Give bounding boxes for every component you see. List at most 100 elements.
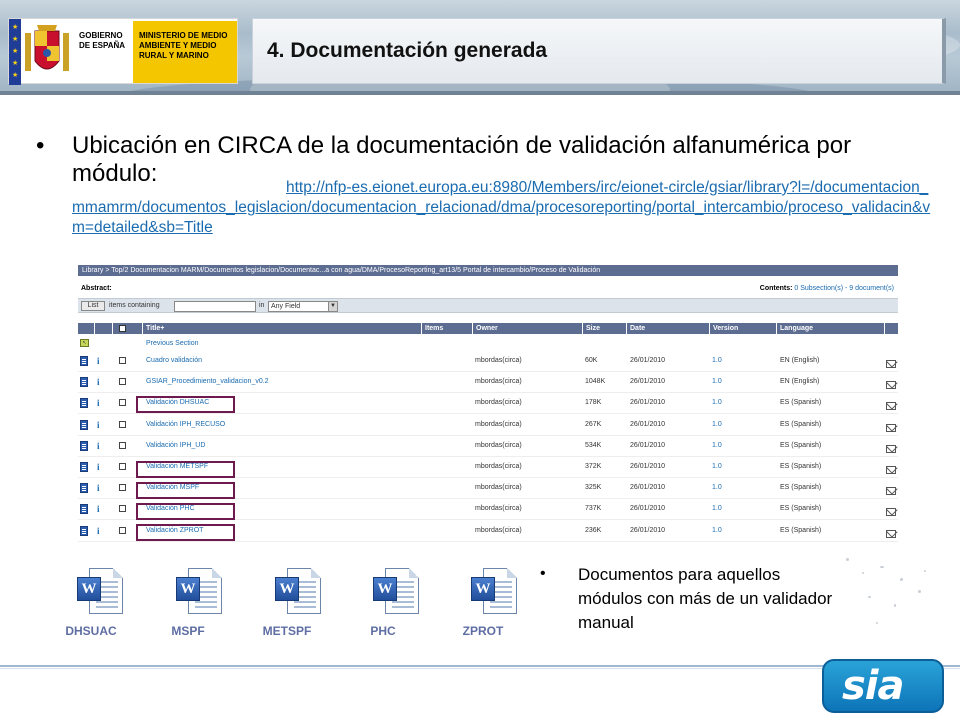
word-file-icon[interactable]	[80, 398, 88, 409]
version-link[interactable]: 1.0	[712, 527, 722, 534]
info-icon[interactable]: i	[97, 420, 100, 430]
size-cell: 372K	[585, 463, 602, 470]
email-icon[interactable]	[886, 466, 896, 474]
contents-value[interactable]: 0 Subsection(s) - 9 document(s)	[794, 285, 894, 292]
email-icon[interactable]	[886, 508, 896, 517]
date-cell: 26/01/2010	[630, 399, 666, 407]
email-icon[interactable]	[886, 381, 896, 390]
info-icon[interactable]: i	[97, 398, 100, 408]
column-divider	[884, 323, 885, 334]
row-checkbox[interactable]	[119, 463, 126, 470]
size-cell: 60K	[585, 357, 598, 364]
sia-logo-text: sia	[842, 663, 905, 709]
version-link[interactable]: 1.0	[712, 357, 722, 364]
document-title-link[interactable]: Cuadro validación	[146, 357, 202, 364]
page-fold	[311, 568, 321, 578]
row-checkbox[interactable]	[119, 526, 126, 534]
text-line	[490, 601, 512, 603]
noise-speck	[894, 604, 896, 607]
word-file-icon[interactable]	[80, 377, 88, 388]
email-icon[interactable]	[886, 423, 896, 432]
items-containing-input[interactable]	[174, 301, 256, 312]
circa-library-link[interactable]: http://nfp-es.eionet.europa.eu:8980/Memb…	[72, 178, 932, 238]
noise-speck	[880, 566, 884, 568]
slide-header: ★ ★ ★ ★ ★ GOBIERNO DE ESPAÑA MINISTERIO DE…	[0, 0, 960, 95]
eu-flag-strip: ★ ★ ★ ★ ★	[9, 19, 21, 85]
row-checkbox[interactable]	[119, 357, 126, 364]
select-all-checkbox[interactable]	[119, 325, 126, 332]
info-icon[interactable]: i	[97, 526, 100, 536]
breadcrumb[interactable]: Library > Top/2 Documentacion MARM/Docum…	[78, 265, 898, 276]
noise-speck	[868, 596, 871, 598]
column-title[interactable]: Title+	[146, 325, 164, 332]
word-document-icon[interactable]: W	[469, 568, 519, 618]
word-file-icon[interactable]	[80, 504, 88, 515]
email-icon[interactable]	[886, 402, 896, 411]
language-cell: ES (Spanish)	[780, 484, 822, 492]
language-cell: ES (Spanish)	[780, 441, 822, 449]
email-icon[interactable]	[886, 529, 896, 538]
previous-section-link[interactable]: Previous Section	[146, 340, 199, 347]
info-icon[interactable]: i	[97, 356, 100, 366]
info-icon[interactable]: i	[97, 504, 100, 514]
column-version[interactable]: Version	[713, 325, 738, 332]
size-cell: 325K	[585, 484, 602, 492]
word-file-icon[interactable]	[80, 525, 88, 536]
version-link[interactable]: 1.0	[712, 399, 722, 406]
word-file-icon[interactable]	[80, 483, 88, 494]
word-document-icon[interactable]: W	[273, 568, 323, 618]
size-cell: 236K	[585, 526, 602, 534]
column-divider	[626, 323, 627, 334]
info-icon[interactable]: i	[97, 462, 100, 472]
word-file-icon[interactable]	[80, 462, 88, 472]
row-checkbox[interactable]	[119, 441, 126, 449]
column-language[interactable]: Language	[780, 325, 813, 332]
page-fold	[212, 568, 222, 578]
word-document-icon[interactable]: W	[174, 568, 224, 618]
chevron-down-icon[interactable]: ▼	[328, 302, 337, 311]
info-icon[interactable]: i	[97, 441, 100, 451]
row-checkbox[interactable]	[119, 420, 126, 428]
folder-up-icon[interactable]: ↖	[80, 339, 89, 347]
word-document-icon[interactable]: W	[371, 568, 421, 618]
info-icon[interactable]: i	[97, 377, 100, 387]
list-button[interactable]: List	[81, 301, 105, 311]
column-items[interactable]: Items	[425, 325, 443, 332]
size-cell: 178K	[585, 399, 602, 407]
row-checkbox[interactable]	[119, 399, 126, 407]
owner-cell: mbordas(circa)	[475, 378, 522, 386]
footer-divider	[0, 665, 960, 667]
email-icon[interactable]	[886, 360, 896, 368]
version-link[interactable]: 1.0	[712, 378, 722, 385]
previous-section-row: ↖ Previous Section	[78, 338, 898, 350]
word-file-icon[interactable]	[80, 356, 88, 366]
column-date[interactable]: Date	[630, 325, 645, 332]
column-divider	[142, 323, 143, 334]
email-icon[interactable]	[886, 444, 896, 453]
word-file-icon[interactable]	[80, 419, 88, 430]
column-size[interactable]: Size	[586, 325, 600, 332]
version-link[interactable]: 1.0	[712, 463, 722, 470]
version-link[interactable]: 1.0	[712, 505, 722, 512]
row-checkbox[interactable]	[119, 484, 126, 492]
version-link[interactable]: 1.0	[712, 484, 722, 491]
date-cell: 26/01/2010	[630, 378, 666, 386]
column-owner[interactable]: Owner	[476, 325, 498, 332]
document-title-link[interactable]: GSIAR_Procedimiento_validacion_v0.2	[146, 378, 269, 385]
document-title-link[interactable]: Validación IPH_RECUSO	[146, 421, 225, 428]
ministry-logo: ★ ★ ★ ★ ★ GOBIERNO DE ESPAÑA MINISTERIO DE…	[8, 18, 238, 85]
row-checkbox[interactable]	[119, 378, 126, 386]
text-line	[96, 606, 118, 608]
circa-library-screenshot: Library > Top/2 Documentacion MARM/Docum…	[78, 265, 898, 545]
document-title-link[interactable]: Validación IPH_UD	[146, 442, 205, 449]
info-icon[interactable]: i	[97, 483, 100, 493]
email-icon[interactable]	[886, 487, 896, 496]
word-document-icon[interactable]: W	[75, 568, 125, 618]
version-link[interactable]: 1.0	[712, 421, 722, 428]
row-checkbox[interactable]	[119, 505, 126, 513]
field-select[interactable]: Any Field ▼	[268, 301, 338, 312]
word-file-icon[interactable]	[80, 440, 88, 451]
column-divider	[421, 323, 422, 334]
owner-cell: mbordas(circa)	[475, 526, 522, 534]
version-link[interactable]: 1.0	[712, 442, 722, 449]
